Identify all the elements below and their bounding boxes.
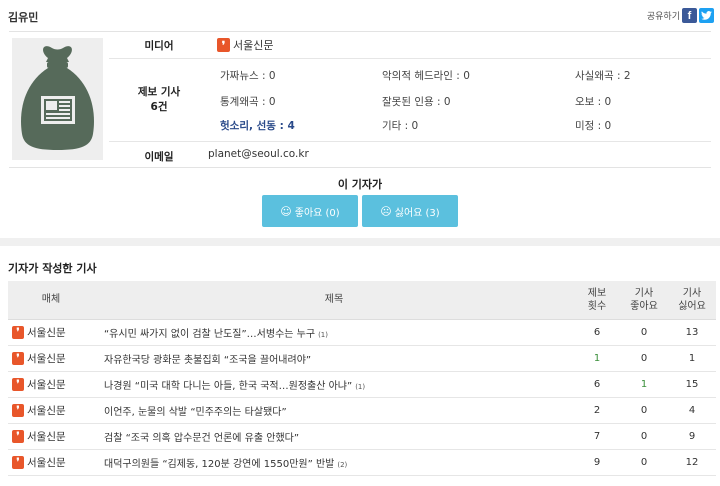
- table-row: ❜ 서울신문 대덕구의원들 “김제동, 120분 강연에 1550만원” 반발 (2…: [8, 449, 716, 476]
- tips-label: 제보 기사 6건: [137, 86, 181, 113]
- table-row: ❜ 서울신문 검찰 “조국 의혹 압수문건 언론에 유출 안했다” 7 0 9: [8, 423, 716, 450]
- reporter-name: 김유민: [8, 11, 39, 24]
- articles-card: 기자가 작성한 기사 매체 제목 제보 횟수 기사 좋아요 기사 싫어요 ❜ 서울신문 …: [0, 246, 720, 486]
- col-tips: 제보 횟수: [574, 281, 620, 320]
- articles-section-title: 기자가 작성한 기사: [8, 262, 97, 275]
- avatar: [12, 38, 103, 160]
- facebook-icon[interactable]: f: [682, 8, 697, 23]
- stat-distortion: 사실왜곡 : 2: [575, 70, 631, 82]
- col-title: 제목: [94, 281, 574, 320]
- seoul-logo-icon: ❜: [12, 403, 24, 417]
- media-label: 미디어: [144, 40, 174, 52]
- stat-undecided: 미정 : 0: [575, 120, 612, 132]
- frown-icon: ☹: [380, 204, 392, 218]
- seoul-logo-icon: ❜: [217, 38, 230, 52]
- share-label: 공유하기: [646, 12, 680, 22]
- email-value: planet@seoul.co.kr: [208, 148, 309, 160]
- table-header-row: 매체 제목 제보 횟수 기사 좋아요 기사 싫어요: [8, 281, 716, 320]
- table-row: ❜ 서울신문 “유시민 싸가지 없이 검찰 난도질”…서병수는 누구 (1) 6 0…: [8, 319, 716, 346]
- stat-other: 기타 : 0: [382, 120, 419, 132]
- table-row: ❜ 서울신문 이언주, 눈물의 삭발 “민주주의는 타살됐다” 2 0 4: [8, 397, 716, 424]
- stat-nonsense: 헛소리, 선동 : 4: [220, 120, 295, 132]
- media-logo[interactable]: ❜ 서울신문: [217, 37, 273, 53]
- col-media: 매체: [8, 281, 94, 320]
- smile-icon: ☺: [280, 204, 292, 218]
- stat-fake-news: 가짜뉴스 : 0: [220, 70, 276, 82]
- article-title-link[interactable]: “유시민 싸가지 없이 검찰 난도질”…서병수는 누구 (1): [94, 319, 574, 346]
- seoul-logo-icon: ❜: [12, 351, 24, 365]
- seoul-logo-icon: ❜: [12, 377, 24, 391]
- dislike-button[interactable]: ☹ 싫어요 (3): [362, 195, 458, 227]
- twitter-icon[interactable]: [699, 8, 714, 23]
- table-row: ❜ 서울신문 자유한국당 광화문 촛불집회 “조국을 끌어내려야” 1 0 1: [8, 345, 716, 372]
- seoul-logo-icon: ❜: [12, 455, 24, 469]
- seoul-logo-icon: ❜: [12, 325, 24, 339]
- stat-misreport: 오보 : 0: [575, 96, 612, 108]
- stat-malicious-headline: 악의적 헤드라인 : 0: [382, 70, 470, 82]
- article-title-link[interactable]: 자유한국당 광화문 촛불집회 “조국을 끌어내려야”: [94, 345, 574, 372]
- seoul-logo-icon: ❜: [12, 429, 24, 443]
- share-bar: 공유하기 f: [647, 8, 714, 23]
- reporter-card: 김유민 공유하기 f 미디어 ❜ 서울신문 제보 기사 6건 가짜뉴스: 0 …: [0, 0, 720, 238]
- stat-statistic-distortion: 통계왜곡 : 0: [220, 96, 276, 108]
- reaction-title: 이 기자가: [337, 178, 383, 191]
- article-title-link[interactable]: 대덕구의원들 “김제동, 120분 강연에 1550만원” 반발 (2): [94, 449, 574, 476]
- like-button[interactable]: ☺ 좋아요 (0): [262, 195, 358, 227]
- article-title-link[interactable]: 검찰 “조국 의혹 압수문건 언론에 유출 안했다”: [94, 423, 574, 450]
- money-bag-icon: [21, 46, 94, 150]
- email-label: 이메일: [144, 151, 174, 163]
- col-like: 기사 좋아요: [620, 281, 668, 320]
- col-dislike: 기사 싫어요: [668, 281, 716, 320]
- article-title-link[interactable]: 나경원 “미국 대학 다니는 아들, 한국 국적…원정출산 아냐” (1): [94, 371, 574, 398]
- article-title-link[interactable]: 이언주, 눈물의 삭발 “민주주의는 타살됐다”: [94, 397, 574, 424]
- articles-table: 매체 제목 제보 횟수 기사 좋아요 기사 싫어요 ❜ 서울신문 “유시민 싸가지 없이…: [8, 281, 716, 476]
- stat-misquote: 잘못된 인용 : 0: [382, 96, 451, 108]
- table-row: ❜ 서울신문 나경원 “미국 대학 다니는 아들, 한국 국적…원정출산 아냐”(…: [8, 371, 716, 398]
- reporter-info: 미디어 ❜ 서울신문 제보 기사 6건 가짜뉴스 : 0 악의적 헤드라인 : …: [9, 31, 711, 168]
